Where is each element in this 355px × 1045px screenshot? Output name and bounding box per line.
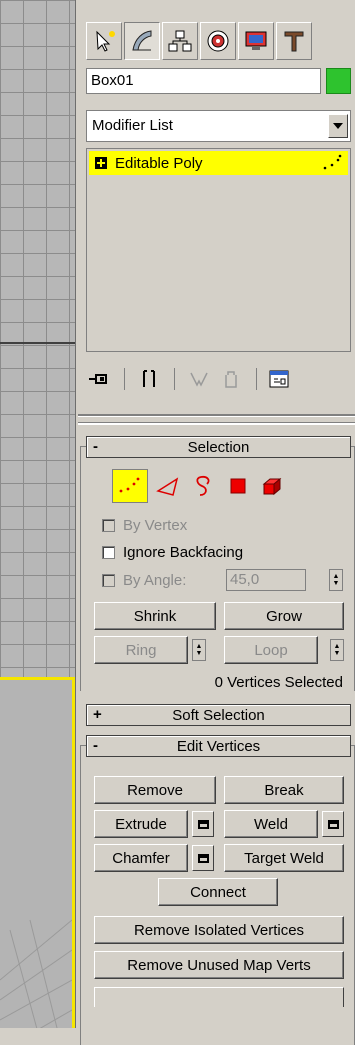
border-level-button[interactable] [186,469,222,503]
polygon-icon [230,478,246,494]
element-level-button[interactable] [254,469,290,503]
vertex-level-button[interactable] [112,469,148,503]
expand-plus-icon[interactable] [95,157,107,169]
command-panel: Box01 Modifier List Editable Poly - Sele… [78,0,355,1045]
viewport[interactable] [0,0,76,1028]
angle-spinner[interactable]: ▲ ▼ [329,569,343,591]
panel-divider [78,414,355,417]
stack-item-editable-poly[interactable]: Editable Poly [89,151,348,175]
loop-spinner[interactable]: ▲ ▼ [330,639,344,661]
extrude-button[interactable]: Extrude [94,810,188,838]
remove-unused-map-verts-button[interactable]: Remove Unused Map Verts [94,951,344,979]
show-end-result-icon[interactable] [136,366,162,392]
by-angle-label: By Angle: [123,572,187,589]
edge-icon [156,477,179,496]
utilities-icon [284,31,304,52]
chamfer-settings-button[interactable] [192,845,214,871]
selection-status: 0 Vertices Selected [214,674,343,691]
tab-display[interactable] [238,22,274,60]
edge-level-button[interactable] [150,469,186,503]
by-vertex-checkbox[interactable]: By Vertex [102,517,187,534]
partial-button[interactable] [94,987,344,1007]
ignore-backfacing-checkbox[interactable]: Ignore Backfacing [102,544,243,561]
vertex-dots-icon [323,154,342,170]
weld-button[interactable]: Weld [224,810,318,838]
connect-button[interactable]: Connect [158,878,278,906]
stack-item-label: Editable Poly [115,154,203,172]
create-icon [96,30,115,52]
grid-axis-line [0,342,75,344]
selection-rollout: - Selection By Vertex Ignore Backfacing … [80,436,355,691]
settings-box-icon [327,819,339,829]
polygon-level-button[interactable] [220,469,256,503]
configure-modifier-sets-icon[interactable] [266,366,292,392]
stack-toolbar [86,358,351,404]
modifier-list-dropdown[interactable]: Modifier List [86,110,351,142]
selection-rollout-header[interactable]: - Selection [86,436,351,458]
settings-box-icon [197,853,209,863]
display-icon [245,31,267,50]
ring-spinner[interactable]: ▲ ▼ [192,639,206,661]
collapse-minus-icon: - [93,737,98,754]
viewport-grid [0,0,75,680]
edit-vertices-rollout: - Edit Vertices Remove Break Extrude Wel… [80,735,355,1045]
hierarchy-icon [168,30,192,52]
element-icon [262,477,282,496]
chevron-down-icon[interactable] [328,114,348,138]
object-color-swatch[interactable] [326,68,351,94]
target-weld-button[interactable]: Target Weld [224,844,344,872]
modifier-list-label: Modifier List [92,117,173,134]
by-angle-checkbox[interactable]: By Angle: [102,572,186,589]
edit-vertices-rollout-header[interactable]: - Edit Vertices [86,735,351,757]
tab-hierarchy[interactable] [162,22,198,60]
loop-button[interactable]: Loop [224,636,318,664]
command-panel-tabs [78,22,355,62]
viewport-wireframe [0,919,72,1028]
vertex-icon [119,477,140,493]
ignore-backfacing-label: Ignore Backfacing [123,544,244,561]
tab-modify[interactable] [124,22,160,60]
remove-button[interactable]: Remove [94,776,216,804]
tab-utilities[interactable] [276,22,312,60]
by-vertex-label: By Vertex [123,517,188,534]
motion-icon [207,30,229,52]
rollout-title: Edit Vertices [176,737,261,755]
angle-value-field[interactable]: 45,0 [226,569,306,591]
active-viewport[interactable] [0,677,75,1028]
soft-selection-rollout-header[interactable]: + Soft Selection [86,704,351,726]
weld-settings-button[interactable] [322,811,344,837]
ring-button[interactable]: Ring [94,636,188,664]
tab-create[interactable] [86,22,122,60]
panel-divider [78,422,355,425]
grow-button[interactable]: Grow [224,602,344,630]
expand-plus-icon: + [93,706,102,723]
sub-object-level-buttons [112,469,312,505]
modifier-stack[interactable]: Editable Poly [86,148,351,352]
pin-stack-icon[interactable] [86,366,112,392]
rollout-title: Soft Selection [172,706,265,724]
break-button[interactable]: Break [224,776,344,804]
shrink-button[interactable]: Shrink [94,602,216,630]
chamfer-button[interactable]: Chamfer [94,844,188,872]
border-icon [196,475,210,496]
soft-selection-rollout: + Soft Selection [86,704,351,726]
collapse-minus-icon: - [93,438,98,455]
object-name-field[interactable]: Box01 [86,68,321,94]
remove-isolated-vertices-button[interactable]: Remove Isolated Vertices [94,916,344,944]
tab-motion[interactable] [200,22,236,60]
remove-modifier-icon[interactable] [218,366,244,392]
make-unique-icon[interactable] [186,366,212,392]
modify-icon [132,30,152,51]
settings-box-icon [197,819,209,829]
rollout-title: Selection [187,438,250,456]
extrude-settings-button[interactable] [192,811,214,837]
